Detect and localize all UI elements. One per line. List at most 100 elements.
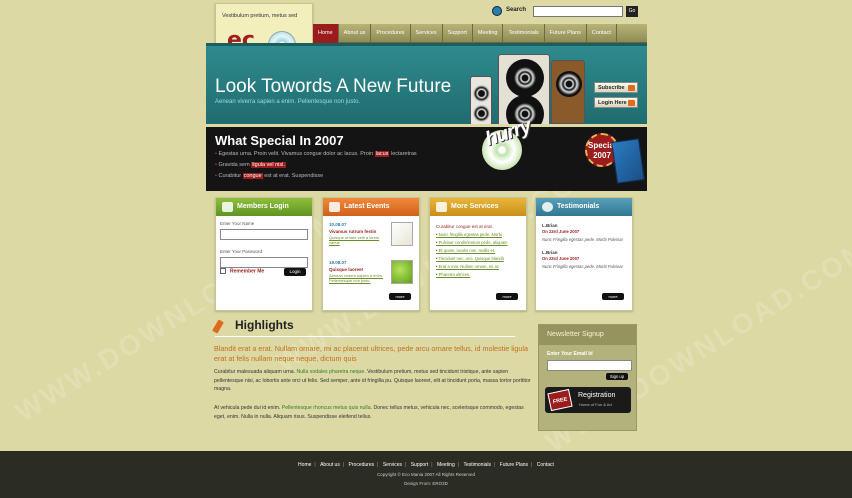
highlights-lead: Blandit erat a erat. Nullam ornare, mi a… xyxy=(214,344,529,363)
calendar-icon xyxy=(329,202,340,212)
password-label: Enter Your Password xyxy=(220,249,263,254)
search-label: Search xyxy=(506,7,527,13)
login-here-label: Login Here xyxy=(598,100,627,106)
testimonial-item: L.Brian On 23rd June 2007 Nunc Fringilla… xyxy=(542,223,623,242)
login-here-button[interactable]: Login Here xyxy=(594,97,638,108)
footer-links: Home | About us | Procedures | Services | Su… xyxy=(298,462,554,468)
special-banner: What Special In 2007 Egestas urna. Proin… xyxy=(206,127,647,191)
services-link[interactable]: Erat a mar. Nullam ornare, mi ac xyxy=(436,264,526,269)
highlights-paragraph: At vehicula pede dui id enim. Pellentesq… xyxy=(214,405,524,420)
highlights-link[interactable]: Nulla sodales pharetra neque. xyxy=(296,369,365,375)
testimonials-header: Testimonials xyxy=(536,198,632,216)
main-nav: Home About us Procedures Services Suppor… xyxy=(313,24,647,43)
services-intro: Curabitur congue est at erat. xyxy=(436,224,494,229)
copyright-text: Copyright © Eco Mania 2007 All Rights Re… xyxy=(376,472,476,477)
software-box-image xyxy=(611,138,645,184)
subscribe-button[interactable]: Subscribe xyxy=(594,82,638,93)
nav-support[interactable]: Support xyxy=(443,24,473,43)
special-title: What Special In 2007 xyxy=(215,133,344,148)
members-login-card: Members Login Enter Your Name Enter Your… xyxy=(215,197,313,311)
footer-link-home[interactable]: Home xyxy=(298,462,311,468)
signup-button[interactable]: Sign up xyxy=(606,373,628,380)
footer-link-procedures[interactable]: Procedures xyxy=(349,462,375,468)
name-label: Enter Your Name xyxy=(220,221,255,226)
search-icon xyxy=(492,6,502,16)
highlights-paragraph: Curabitur malesuada aliquam urna. Nulla … xyxy=(214,369,531,392)
footer-link-services[interactable]: Services xyxy=(383,462,402,468)
tagline: Vestibulum pretium, metus sed xyxy=(222,13,298,19)
rss-icon xyxy=(628,85,635,91)
event-item[interactable]: 10.08.07 Vivamus rutrum festin Quisque o… xyxy=(329,222,413,254)
subscribe-label: Subscribe xyxy=(598,85,625,91)
email-field[interactable] xyxy=(547,360,632,371)
top-bar: Search Go xyxy=(0,0,852,22)
services-list: Nunc fringilla egestas pede. Morbi Pulvi… xyxy=(436,232,526,277)
more-services-header: More Services xyxy=(430,198,526,216)
highlights-link[interactable]: Pellentesque rhoncus metus quis nulla. xyxy=(282,405,372,411)
footer: Home | About us | Procedures | Services | Su… xyxy=(0,451,852,498)
testimonial-item: L.Brian On 23rd June 2007 Nunc Fringilla… xyxy=(542,250,623,269)
nav-procedures[interactable]: Procedures xyxy=(371,24,411,43)
latest-events-card: Latest Events 10.08.07 Vivamus rutrum fe… xyxy=(322,197,420,311)
latest-events-header: Latest Events xyxy=(323,198,419,216)
event-thumbnail xyxy=(391,222,413,246)
newsletter-title: Newsletter Signup xyxy=(539,325,636,345)
nav-about[interactable]: About us xyxy=(339,24,372,43)
remember-me-checkbox[interactable]: Remember Me xyxy=(220,268,264,274)
more-services-card: More Services Curabitur congue est at er… xyxy=(429,197,527,311)
nav-testimonials[interactable]: Testimonials xyxy=(503,24,545,43)
nav-home[interactable]: Home xyxy=(313,24,339,43)
arrow-icon xyxy=(628,100,635,106)
speaker-center-image xyxy=(498,54,550,124)
footer-link-testimonials[interactable]: Testimonials xyxy=(463,462,491,468)
testimonials-card: Testimonials L.Brian On 23rd June 2007 N… xyxy=(535,197,633,311)
speaker-right-image xyxy=(551,60,585,124)
footer-link-future-plans[interactable]: Future Plans xyxy=(500,462,528,468)
nav-contact[interactable]: Contact xyxy=(587,24,617,43)
services-link[interactable]: Pulvinar condimentum pede, aliquam xyxy=(436,240,526,245)
registration-title: Registration xyxy=(578,392,616,399)
event-thumbnail xyxy=(391,260,413,284)
footer-link-support[interactable]: Support xyxy=(411,462,429,468)
pencil-icon xyxy=(212,319,224,334)
go-button[interactable]: Go xyxy=(626,6,638,17)
hero-title: Look Towords A New Future xyxy=(215,76,452,97)
search-input[interactable] xyxy=(533,6,623,17)
footer-link-about[interactable]: About us xyxy=(320,462,340,468)
events-more-button[interactable]: more xyxy=(389,293,411,300)
hero-banner: Look Towords A New Future Aenean viverra… xyxy=(206,43,647,124)
list-item: Gravida sem ligula vel nisl. xyxy=(215,162,417,168)
login-button[interactable]: Login xyxy=(284,268,306,276)
checkbox-icon xyxy=(220,268,226,274)
hero-subtitle: Aenean viverra sapien a enim. Pellentesq… xyxy=(215,99,361,105)
highlights-heading: Highlights xyxy=(212,318,294,334)
services-icon xyxy=(436,202,447,212)
design-credit: Design From: ERO3D xyxy=(404,481,448,486)
services-link[interactable]: Nunc fringilla egestas pede. Morbi xyxy=(436,232,526,237)
services-more-button[interactable]: more xyxy=(496,293,518,300)
members-icon xyxy=(222,202,233,212)
speaker-left-image xyxy=(470,76,492,124)
nav-meeting[interactable]: Meeting xyxy=(473,24,504,43)
footer-link-contact[interactable]: Contact xyxy=(537,462,554,468)
members-login-header: Members Login xyxy=(216,198,312,216)
testimonials-more-button[interactable]: more xyxy=(602,293,624,300)
nav-services[interactable]: Services xyxy=(411,24,443,43)
list-item: Egestas urna. Proin velit. Vivamus congu… xyxy=(215,151,417,157)
special-list: Egestas urna. Proin velit. Vivamus congu… xyxy=(215,151,417,184)
password-field[interactable] xyxy=(220,257,308,268)
services-link[interactable]: Tincidunt nec, orci. Quisque blandit xyxy=(436,256,526,261)
services-link[interactable]: Et quam, iaculis non, mollis et. xyxy=(436,248,526,253)
services-link[interactable]: Pharetra ultrices. xyxy=(436,272,526,277)
event-item[interactable]: 19.08.07 Quisque laoreet Aenean viverra … xyxy=(329,260,413,292)
speech-bubble-icon xyxy=(542,202,553,212)
newsletter-panel: Newsletter Signup Enter Your Email Id Si… xyxy=(538,324,637,431)
footer-link-meeting[interactable]: Meeting xyxy=(437,462,455,468)
highlights-divider xyxy=(215,336,515,337)
email-label: Enter Your Email Id xyxy=(547,351,593,357)
nav-future-plans[interactable]: Future Plans xyxy=(545,24,587,43)
registration-banner[interactable]: FREE Registration Home of Fun & Art xyxy=(545,387,631,413)
free-badge: FREE xyxy=(547,388,573,412)
list-item: Curabitur congue est at erat. Suspendiss… xyxy=(215,173,417,179)
name-field[interactable] xyxy=(220,229,308,240)
